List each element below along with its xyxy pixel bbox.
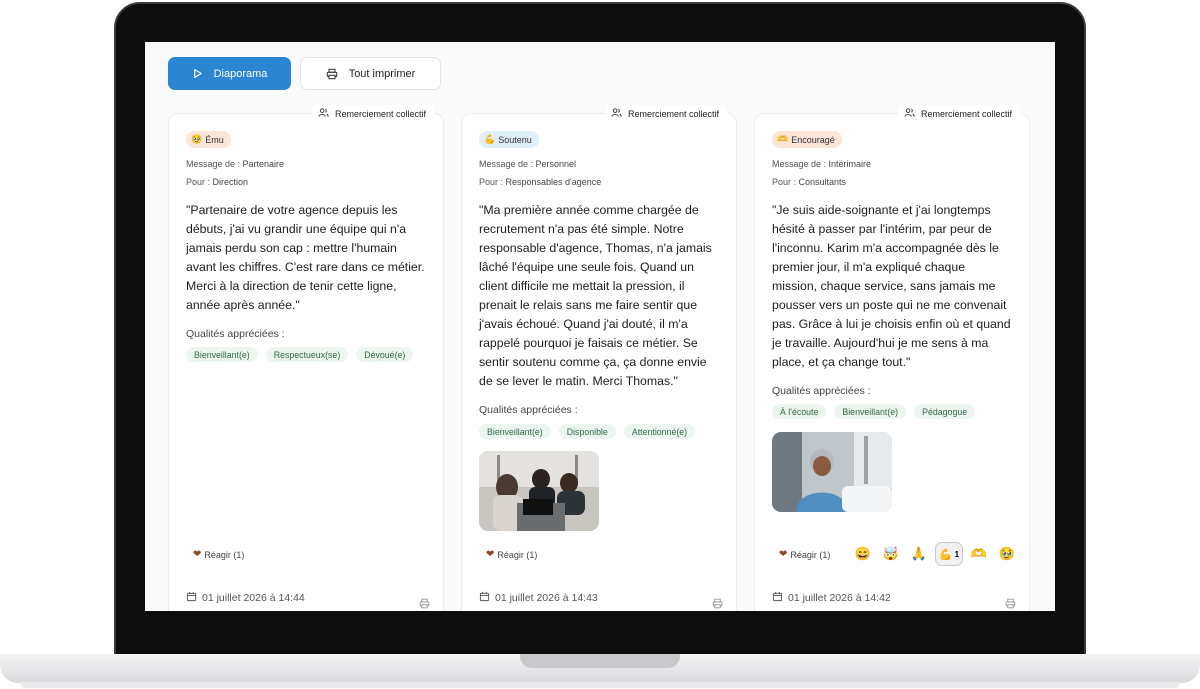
date-text: 01 juillet 2026 à 14:44	[202, 592, 305, 604]
users-icon	[904, 107, 915, 120]
printer-icon	[326, 68, 338, 80]
mood-badge: 💪 Soutenu	[479, 131, 539, 148]
message-card: Remerciement collectif 🫶 Encouragé Messa…	[754, 105, 1030, 611]
mood-emoji: 🫶	[777, 134, 789, 144]
users-icon	[611, 107, 622, 120]
print-all-button[interactable]: Tout imprimer	[300, 57, 441, 90]
recipient: Responsables d'agence	[505, 177, 602, 187]
slideshow-label: Diaporama	[213, 67, 268, 80]
print-all-label: Tout imprimer	[348, 67, 416, 80]
reaction-moved[interactable]: 🥹	[995, 542, 1019, 566]
sender: Partenaire	[242, 159, 285, 169]
date-text: 01 juillet 2026 à 14:42	[788, 592, 891, 604]
reaction-pray[interactable]: 🙏	[907, 542, 931, 566]
heart-icon: ❤	[486, 549, 495, 560]
collective-tag-label: Remerciement collectif	[920, 108, 1012, 119]
reaction-heart-hands[interactable]: 🫶	[967, 542, 991, 566]
sender: Personnel	[535, 159, 577, 169]
sender: Intérimaire	[828, 159, 872, 169]
mood-badge: 🫶 Encouragé	[772, 131, 842, 148]
quality-chip: Pédagogue	[914, 404, 976, 419]
collective-tag: Remerciement collectif	[311, 105, 434, 122]
message-text: "Je suis aide-soignante et j'ai longtemp…	[772, 203, 1011, 369]
mood-label: Soutenu	[498, 134, 532, 145]
recipient-line: Pour : Direction	[186, 177, 249, 187]
calendar-icon	[772, 591, 783, 605]
reaction-muscle-active[interactable]: 💪 1	[935, 542, 963, 566]
reaction-count: 1	[954, 549, 960, 559]
quality-chip: Disponible	[558, 424, 616, 439]
date-text: 01 juillet 2026 à 14:43	[495, 592, 598, 604]
print-card-icon[interactable]	[712, 596, 723, 611]
sender-line: Message de : Partenaire	[186, 159, 285, 169]
message-card: Remerciement collectif 💪 Soutenu Message…	[461, 105, 737, 611]
message-text: "Partenaire de votre agence depuis les d…	[186, 203, 425, 312]
qualities-list: Bienveillant(e) Respectueux(se) Dévoué(e…	[186, 347, 414, 362]
quality-chip: Bienveillant(e)	[834, 404, 907, 419]
recipient: Direction	[212, 177, 249, 187]
message-photo[interactable]	[479, 451, 599, 531]
heart-icon: ❤	[193, 549, 202, 560]
message-card: Remerciement collectif 🥹 Ému Message de …	[168, 105, 444, 611]
mood-badge: 🥹 Ému	[186, 131, 231, 148]
react-button[interactable]: ❤ Réagir (1)	[193, 549, 244, 560]
reaction-mind-blown[interactable]: 🤯	[879, 542, 903, 566]
react-button[interactable]: ❤ Réagir (1)	[779, 549, 830, 560]
app-screen: Diaporama Tout imprimer Remerciement col…	[145, 42, 1055, 611]
sender-line: Message de : Personnel	[479, 159, 577, 169]
quality-chip: Dévoué(e)	[356, 347, 414, 362]
calendar-icon	[186, 591, 197, 605]
heart-icon: ❤	[779, 549, 788, 560]
mood-emoji: 🥹	[191, 134, 203, 144]
quality-chip: Bienveillant(e)	[479, 424, 551, 439]
users-icon	[318, 107, 329, 120]
mood-emoji: 💪	[484, 134, 496, 144]
collective-tag: Remerciement collectif	[897, 105, 1020, 122]
recipient: Consultants	[798, 177, 847, 187]
quality-chip: Respectueux(se)	[265, 347, 349, 362]
qualities-label: Qualités appréciées :	[772, 385, 871, 397]
laptop-notch	[520, 654, 680, 668]
card-date: 01 juillet 2026 à 14:43	[479, 591, 598, 605]
laptop-base-shadow	[20, 682, 1180, 688]
reaction-grin[interactable]: 😄	[851, 542, 875, 566]
react-button[interactable]: ❤ Réagir (1)	[486, 549, 537, 560]
reaction-picker: 😄 🤯 🙏 💪 1 🫶 🥹	[851, 542, 1019, 566]
play-icon	[192, 68, 203, 79]
quality-chip: À l'écoute	[772, 404, 827, 419]
message-photo[interactable]	[772, 432, 892, 512]
quality-chip: Bienveillant(e)	[186, 347, 258, 362]
print-card-icon[interactable]	[419, 596, 430, 611]
collective-tag: Remerciement collectif	[604, 105, 727, 122]
qualities-label: Qualités appréciées :	[479, 404, 578, 416]
qualities-label: Qualités appréciées :	[186, 328, 285, 340]
react-label: Réagir (1)	[204, 549, 245, 560]
qualities-list: À l'écoute Bienveillant(e) Pédagogue	[772, 404, 976, 419]
react-label: Réagir (1)	[790, 549, 831, 560]
collective-tag-label: Remerciement collectif	[334, 108, 426, 119]
print-card-icon[interactable]	[1005, 596, 1016, 611]
slideshow-button[interactable]: Diaporama	[168, 57, 291, 90]
card-date: 01 juillet 2026 à 14:42	[772, 591, 891, 605]
recipient-line: Pour : Responsables d'agence	[479, 177, 602, 187]
sender-line: Message de : Intérimaire	[772, 159, 872, 169]
react-label: Réagir (1)	[497, 549, 538, 560]
collective-tag-label: Remerciement collectif	[627, 108, 719, 119]
quality-chip: Attentionné(e)	[623, 424, 696, 439]
mood-label: Encouragé	[791, 134, 835, 145]
mood-label: Ému	[205, 134, 224, 145]
message-text: "Ma première année comme chargée de recr…	[479, 203, 712, 388]
recipient-line: Pour : Consultants	[772, 177, 847, 187]
qualities-list: Bienveillant(e) Disponible Attentionné(e…	[479, 424, 696, 439]
calendar-icon	[479, 591, 490, 605]
card-date: 01 juillet 2026 à 14:44	[186, 591, 305, 605]
